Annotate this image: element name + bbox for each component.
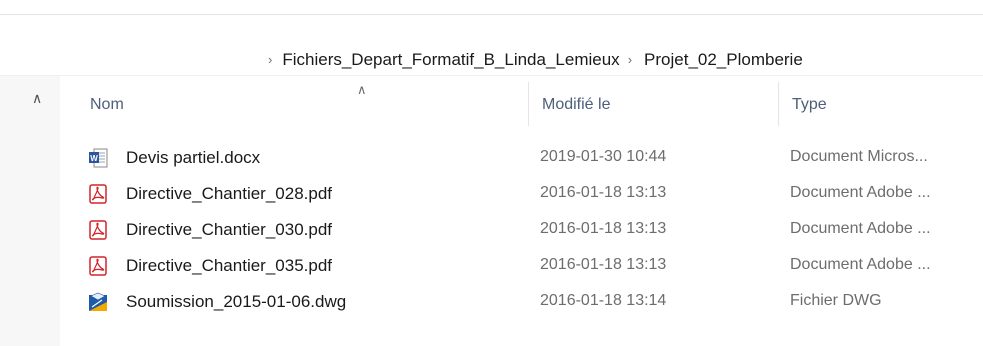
- column-header-type[interactable]: Type: [792, 96, 827, 114]
- word-document-icon: W: [88, 148, 108, 168]
- file-modified-date: 2016-01-18 13:14: [540, 292, 667, 309]
- file-modified-date: 2019-01-30 10:44: [540, 148, 667, 165]
- pdf-icon: [88, 184, 108, 204]
- file-name: Directive_Chantier_030.pdf: [126, 220, 333, 239]
- chevron-right-icon[interactable]: ›: [628, 48, 632, 72]
- file-type: Fichier DWG: [790, 292, 882, 309]
- file-modified-date: 2016-01-18 13:13: [540, 256, 667, 273]
- file-name: Directive_Chantier_035.pdf: [126, 256, 333, 275]
- list-item[interactable]: Directive_Chantier_028.pdf 2016-01-18 13…: [60, 176, 983, 212]
- breadcrumb-item-parent[interactable]: Fichiers_Depart_Formatif_B_Linda_Lemieux: [282, 48, 619, 72]
- sort-ascending-icon: ∧: [357, 82, 367, 97]
- breadcrumb-item-current[interactable]: Projet_02_Plomberie: [644, 48, 803, 72]
- collapse-up-icon[interactable]: ∧: [32, 90, 42, 107]
- column-divider[interactable]: [778, 82, 779, 126]
- list-item[interactable]: Directive_Chantier_035.pdf 2016-01-18 13…: [60, 248, 983, 284]
- pdf-icon: [88, 256, 108, 276]
- list-item[interactable]: W Devis partiel.docx 2019-01-30 10:44 Do…: [60, 140, 983, 176]
- svg-text:W: W: [90, 154, 98, 163]
- file-name: Directive_Chantier_028.pdf: [126, 184, 333, 203]
- column-header-row: ∧ Nom Modifié le Type: [60, 82, 983, 126]
- file-modified-date: 2016-01-18 13:13: [540, 220, 667, 237]
- column-divider[interactable]: [528, 82, 529, 126]
- file-name: Soumission_2015-01-06.dwg: [126, 292, 347, 311]
- list-item[interactable]: Directive_Chantier_030.pdf 2016-01-18 13…: [60, 212, 983, 248]
- pdf-icon: [88, 220, 108, 240]
- file-type: Document Adobe ...: [790, 256, 931, 273]
- navigation-pane: [0, 76, 60, 346]
- file-modified-date: 2016-01-18 13:13: [540, 184, 667, 201]
- breadcrumb: › Fichiers_Depart_Formatif_B_Linda_Lemie…: [268, 48, 803, 72]
- column-header-modified[interactable]: Modifié le: [542, 96, 610, 114]
- file-type: Document Adobe ...: [790, 220, 931, 237]
- top-strip: [0, 0, 983, 15]
- file-type: Document Micros...: [790, 148, 928, 165]
- list-item[interactable]: Soumission_2015-01-06.dwg 2016-01-18 13:…: [60, 284, 983, 320]
- file-type: Document Adobe ...: [790, 184, 931, 201]
- address-bar[interactable]: › Fichiers_Depart_Formatif_B_Linda_Lemie…: [0, 15, 983, 76]
- chevron-right-icon[interactable]: ›: [268, 48, 272, 72]
- file-list: W Devis partiel.docx 2019-01-30 10:44 Do…: [60, 140, 983, 320]
- dwg-file-icon: [88, 292, 108, 312]
- file-name: Devis partiel.docx: [126, 148, 261, 167]
- column-header-name[interactable]: Nom: [90, 96, 124, 114]
